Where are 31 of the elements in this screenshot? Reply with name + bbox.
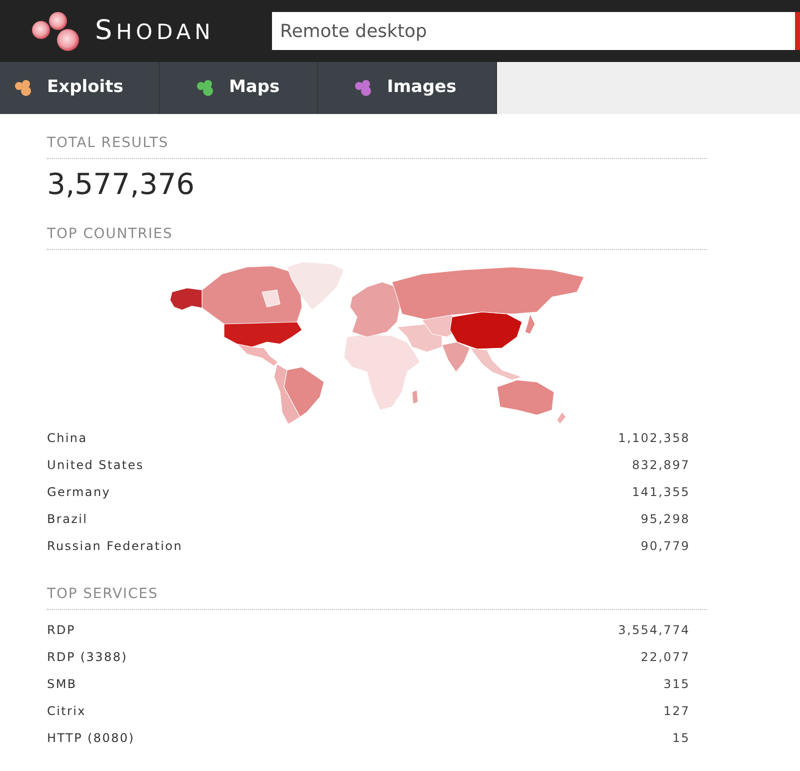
service-count: 3,554,774 — [618, 622, 690, 638]
service-count: 127 — [663, 702, 690, 720]
service-count: 315 — [663, 676, 690, 692]
search-button[interactable] — [795, 12, 800, 50]
country-count: 832,897 — [632, 456, 690, 474]
section-heading: TOP SERVICES — [47, 586, 158, 602]
country-name: Brazil — [47, 510, 88, 528]
section-heading: TOTAL RESULTS — [47, 135, 169, 151]
service-name: SMB — [47, 676, 77, 692]
nav-tab[interactable]: Exploits — [0, 62, 160, 114]
section-heading: TOP COUNTRIES — [47, 226, 173, 242]
country-name: United States — [47, 456, 144, 474]
total-results-count: 3,577,376 — [47, 168, 195, 200]
service-count: 22,077 — [640, 648, 690, 666]
country-count: 1,102,358 — [618, 430, 690, 446]
logo-text: SHODAN — [95, 14, 214, 48]
service-name: Citrix — [47, 702, 86, 720]
country-count: 90,779 — [640, 538, 690, 554]
service-count: 15 — [672, 730, 690, 746]
country-name: Russian Federation — [47, 538, 183, 554]
logo-icon — [30, 10, 82, 52]
service-name: HTTP (8080) — [47, 730, 135, 746]
service-name: RDP — [47, 622, 76, 638]
search-field[interactable]: Remote desktop — [272, 12, 795, 50]
country-count: 141,355 — [632, 484, 690, 500]
country-name: China — [47, 430, 88, 446]
country-count: 95,298 — [640, 510, 690, 528]
nav-tab[interactable]: Maps — [160, 62, 318, 114]
nav-tab[interactable]: Images — [318, 62, 497, 114]
country-name: Germany — [47, 484, 111, 500]
service-name: RDP (3388) — [47, 648, 128, 666]
